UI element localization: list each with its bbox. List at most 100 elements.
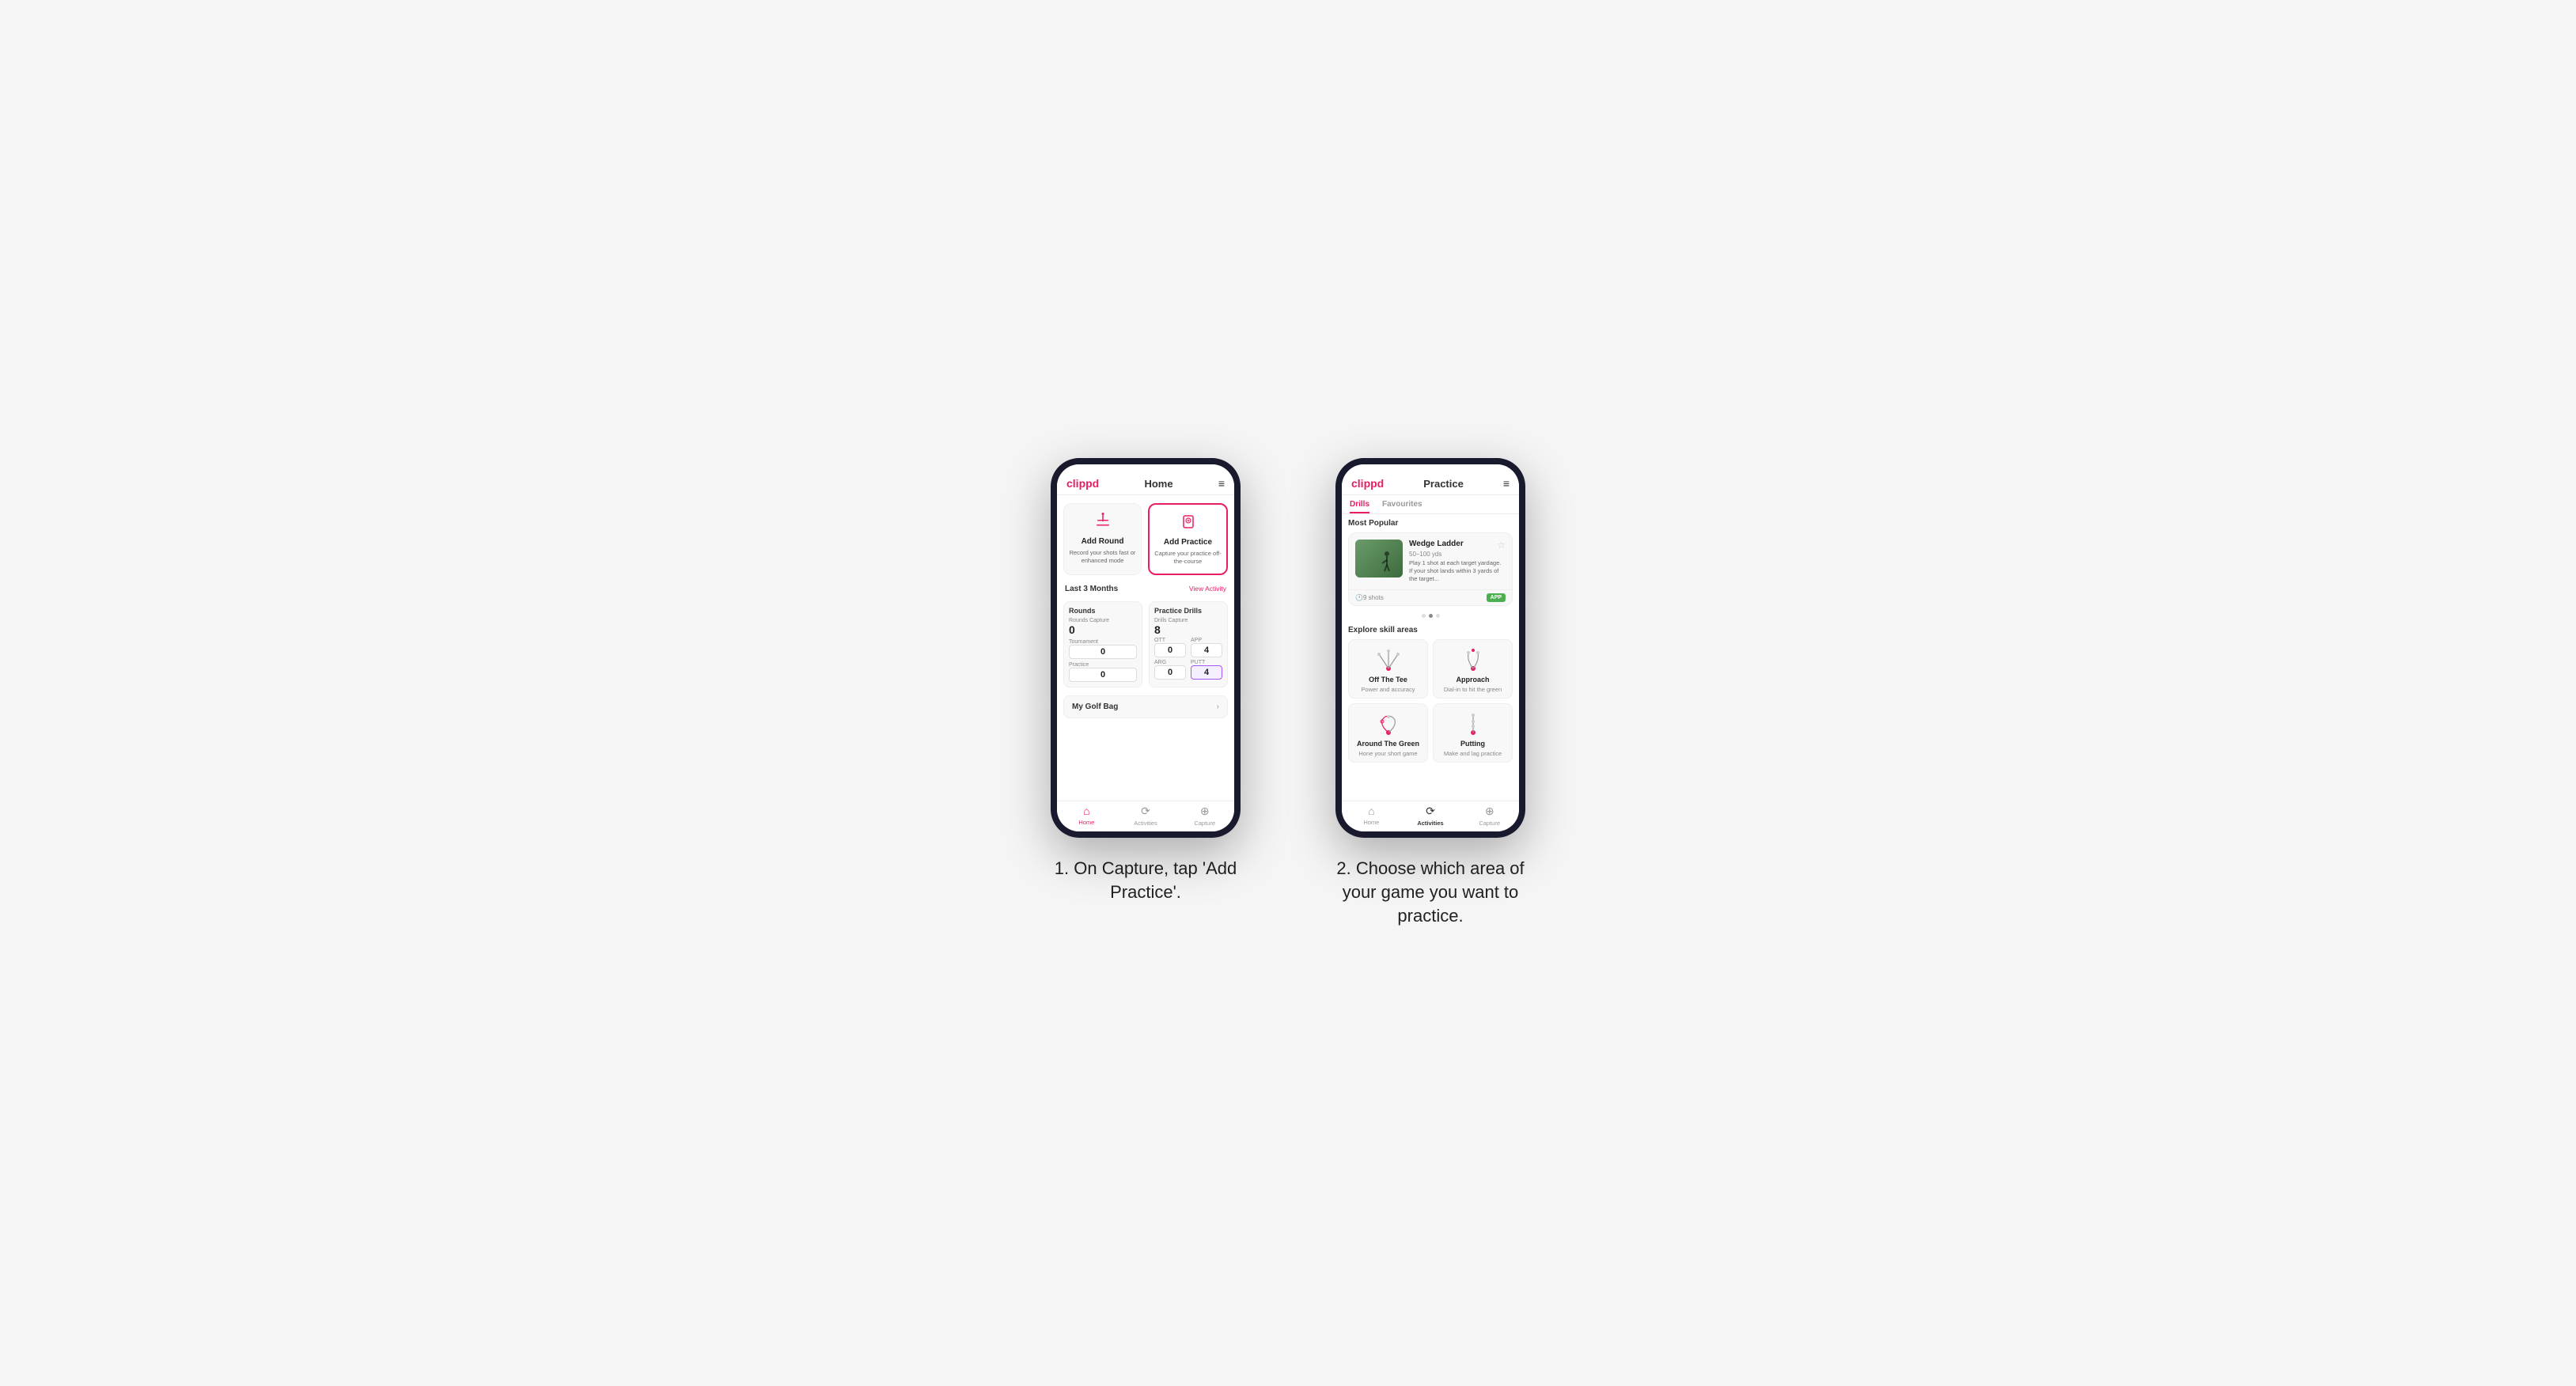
- featured-info: Wedge Ladder ☆ 50–100 yds Play 1 shot at…: [1409, 540, 1506, 582]
- approach-name: Approach: [1456, 676, 1489, 684]
- explore-label: Explore skill areas: [1348, 626, 1513, 634]
- add-practice-icon: [1180, 513, 1197, 535]
- caption-1-text: On Capture, tap 'Add Practice'.: [1074, 858, 1237, 902]
- phone-1-screen: clippd Home ≡: [1057, 464, 1234, 831]
- arg-label: ARG: [1154, 660, 1186, 665]
- putt-value: 4: [1191, 665, 1222, 680]
- nav-activities-2[interactable]: ⟳ Activities: [1401, 805, 1460, 827]
- capture-nav-icon-1: ⊕: [1200, 805, 1210, 818]
- home-nav-label-2: Home: [1363, 819, 1379, 826]
- approach-desc: Dial-in to hit the green: [1444, 686, 1502, 693]
- featured-img: [1355, 540, 1403, 578]
- ott-item: OTT 0: [1154, 638, 1186, 657]
- caption-2-text: Choose which area of your game you want …: [1343, 858, 1525, 925]
- phone-2-screen: clippd Practice ≡ Drills Favourites Most…: [1342, 464, 1519, 831]
- last3months-label: Last 3 Months: [1065, 585, 1118, 593]
- skill-card-approach[interactable]: Approach Dial-in to hit the green: [1433, 639, 1513, 699]
- nav-activities-1[interactable]: ⟳ Activities: [1116, 805, 1176, 827]
- capture-nav-icon-2: ⊕: [1485, 805, 1494, 818]
- screen-content-1: Add Round Record your shots fast or enha…: [1057, 495, 1234, 801]
- ott-label: OTT: [1154, 638, 1186, 643]
- add-practice-card[interactable]: Add Practice Capture your practice off-t…: [1148, 503, 1228, 575]
- carousel-dots: [1348, 611, 1513, 621]
- featured-card-inner: Wedge Ladder ☆ 50–100 yds Play 1 shot at…: [1349, 533, 1512, 589]
- add-practice-sub: Capture your practice off-the-course: [1154, 550, 1222, 566]
- app-badge: APP: [1487, 593, 1506, 602]
- add-round-sub: Record your shots fast or enhanced mode: [1069, 549, 1136, 565]
- phone-1: clippd Home ≡: [1051, 458, 1241, 838]
- nav-capture-2[interactable]: ⊕ Capture: [1460, 805, 1519, 827]
- capture-nav-label-2: Capture: [1479, 820, 1500, 827]
- skill-card-putting[interactable]: Putting Make and lag practice: [1433, 703, 1513, 763]
- putting-name: Putting: [1460, 740, 1485, 748]
- dot-1: [1422, 614, 1426, 618]
- off-the-tee-name: Off The Tee: [1369, 676, 1407, 684]
- nav-capture-1[interactable]: ⊕ Capture: [1175, 805, 1234, 827]
- approach-diagram: [1457, 646, 1489, 673]
- dot-3: [1436, 614, 1440, 618]
- view-activity-link[interactable]: View Activity: [1189, 585, 1226, 593]
- my-golf-bag[interactable]: My Golf Bag ›: [1063, 695, 1228, 718]
- rounds-capture-value: 0: [1069, 623, 1137, 638]
- ott-app-row: OTT 0 APP 4: [1154, 638, 1222, 657]
- featured-card[interactable]: Wedge Ladder ☆ 50–100 yds Play 1 shot at…: [1348, 532, 1513, 605]
- my-golf-bag-label: My Golf Bag: [1072, 702, 1118, 711]
- skill-card-off-the-tee[interactable]: Off The Tee Power and accuracy: [1348, 639, 1428, 699]
- last3months-header: Last 3 Months View Activity: [1057, 581, 1234, 596]
- nav-home-1[interactable]: ⌂ Home: [1057, 805, 1116, 827]
- featured-desc: Play 1 shot at each target yardage. If y…: [1409, 559, 1506, 582]
- clock-icon: 🕐: [1355, 594, 1363, 601]
- app-title-2: Practice: [1423, 478, 1464, 490]
- featured-subtitle: 50–100 yds: [1409, 551, 1506, 558]
- caption-1-number: 1.: [1055, 858, 1069, 878]
- capture-nav-label-1: Capture: [1194, 820, 1215, 827]
- arg-item: ARG 0: [1154, 660, 1186, 680]
- home-nav-icon-1: ⌂: [1083, 805, 1089, 817]
- arg-value: 0: [1154, 665, 1186, 680]
- add-round-title: Add Round: [1082, 537, 1124, 546]
- rounds-title: Rounds: [1069, 607, 1137, 615]
- tabs-bar: Drills Favourites: [1342, 495, 1519, 514]
- practice-content: Most Popular: [1342, 514, 1519, 801]
- caption-2: 2. Choose which area of your game you wa…: [1320, 857, 1541, 927]
- add-practice-title: Add Practice: [1164, 538, 1212, 547]
- add-round-card[interactable]: Add Round Record your shots fast or enha…: [1063, 503, 1142, 575]
- featured-title: Wedge Ladder: [1409, 540, 1464, 548]
- activities-nav-icon-1: ⟳: [1141, 805, 1150, 818]
- dot-2: [1429, 614, 1433, 618]
- hamburger-icon-1[interactable]: ≡: [1218, 477, 1225, 490]
- app-header-2: clippd Practice ≡: [1342, 474, 1519, 495]
- drills-capture-label: Drills Capture: [1154, 618, 1222, 623]
- phones-row: clippd Home ≡: [1035, 458, 1541, 927]
- atg-diagram: [1373, 710, 1404, 737]
- drills-title: Practice Drills: [1154, 607, 1222, 615]
- golfer-silhouette-icon: [1379, 551, 1395, 574]
- app-item: APP 4: [1191, 638, 1222, 657]
- action-cards: Add Round Record your shots fast or enha…: [1057, 495, 1234, 581]
- activities-nav-label-2: Activities: [1417, 820, 1443, 827]
- hamburger-icon-2[interactable]: ≡: [1503, 477, 1510, 490]
- ott-value: 0: [1154, 643, 1186, 657]
- skill-card-atg[interactable]: Around The Green Hone your short game: [1348, 703, 1428, 763]
- star-icon: ☆: [1497, 540, 1506, 551]
- atg-desc: Hone your short game: [1358, 750, 1417, 757]
- caption-1: 1. On Capture, tap 'Add Practice'.: [1035, 857, 1256, 903]
- drills-panel: Practice Drills Drills Capture 8 OTT 0 A…: [1149, 601, 1228, 687]
- tab-favourites[interactable]: Favourites: [1382, 495, 1422, 513]
- practice-value: 0: [1069, 668, 1137, 682]
- putting-desc: Make and lag practice: [1444, 750, 1502, 757]
- phone-2: clippd Practice ≡ Drills Favourites Most…: [1335, 458, 1525, 838]
- home-nav-icon-2: ⌂: [1368, 805, 1374, 817]
- nav-home-2[interactable]: ⌂ Home: [1342, 805, 1401, 827]
- phone-2-section: clippd Practice ≡ Drills Favourites Most…: [1320, 458, 1541, 927]
- tournament-value: 0: [1069, 645, 1137, 659]
- shots-label: 9 shots: [1363, 594, 1384, 601]
- status-bar-2: [1342, 464, 1519, 474]
- atg-name: Around The Green: [1357, 740, 1419, 748]
- chevron-right-icon: ›: [1217, 702, 1219, 711]
- home-nav-label-1: Home: [1078, 819, 1094, 826]
- featured-footer: 🕐 9 shots APP: [1349, 589, 1512, 605]
- add-round-icon: [1094, 512, 1112, 534]
- tab-drills[interactable]: Drills: [1350, 495, 1369, 513]
- rounds-capture-label: Rounds Capture: [1069, 618, 1137, 623]
